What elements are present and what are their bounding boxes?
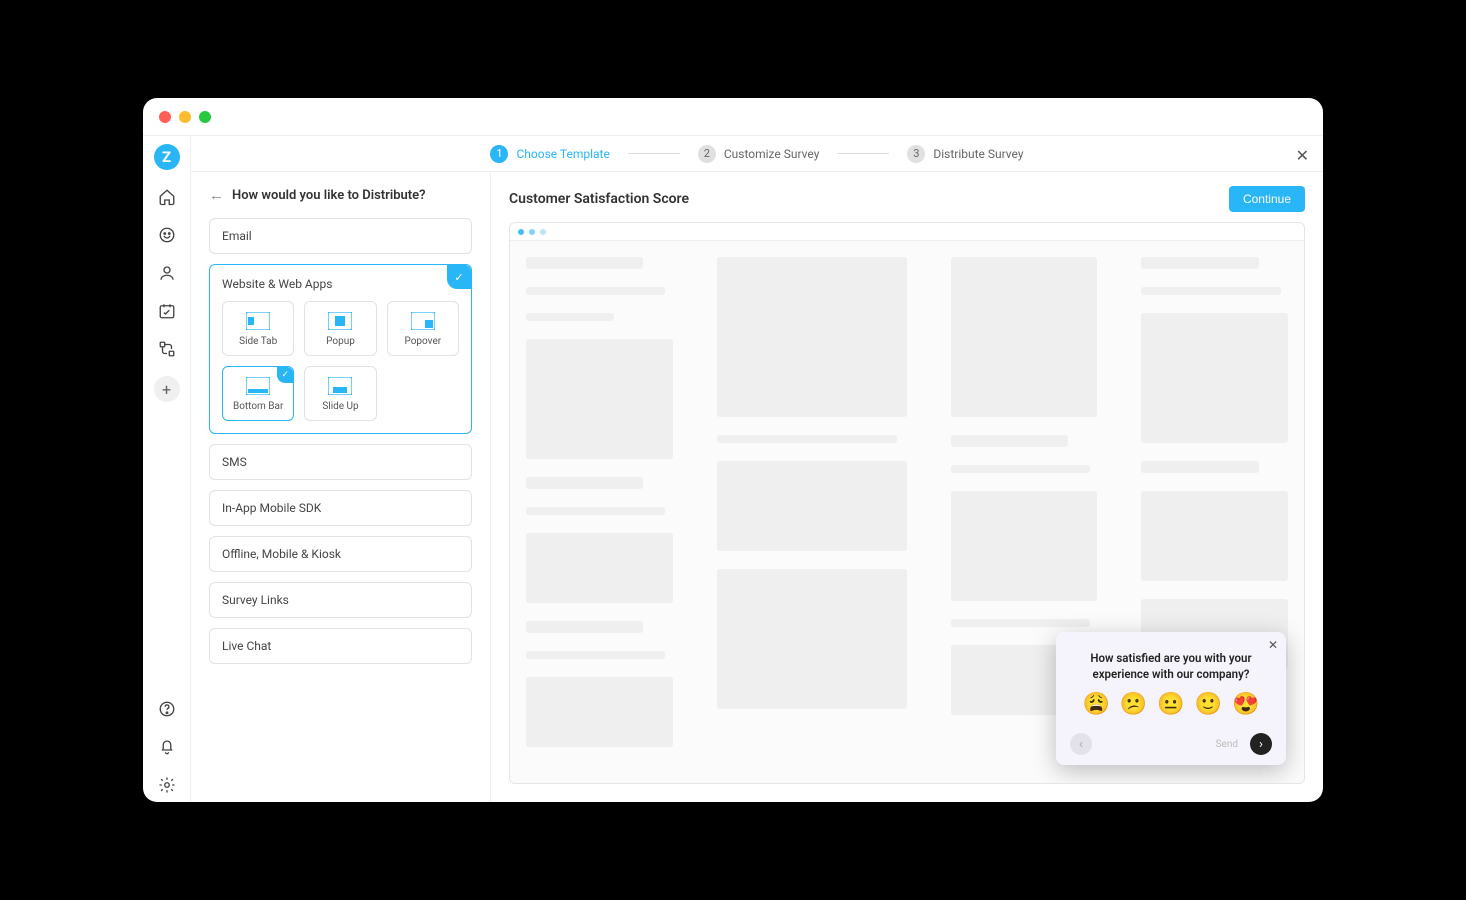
widget-question: How satisfied are you with your experien… — [1074, 650, 1268, 682]
close-icon[interactable]: ✕ — [1296, 146, 1309, 165]
calendar-check-icon[interactable] — [149, 294, 185, 328]
left-iconbar: Z + — [143, 136, 191, 802]
emoji-option-1[interactable]: 😩 — [1082, 692, 1109, 717]
step-distribute-survey[interactable]: 3 Distribute Survey — [907, 145, 1023, 163]
step-label: Distribute Survey — [933, 147, 1023, 161]
window-titlebar — [143, 98, 1323, 136]
channel-website[interactable]: ✓ Website & Web Apps Side Tab Popup — [209, 264, 472, 434]
window-close-dot[interactable] — [159, 111, 171, 123]
step-choose-template[interactable]: 1 Choose Template — [490, 145, 609, 163]
window-min-dot[interactable] — [179, 111, 191, 123]
brand-logo[interactable]: Z — [154, 144, 180, 170]
emoji-option-3[interactable]: 😐 — [1157, 692, 1184, 717]
step-label: Customize Survey — [724, 147, 820, 161]
selected-check-icon: ✓ — [447, 265, 471, 289]
widget-next-icon[interactable]: › — [1250, 733, 1272, 755]
option-label: Side Tab — [239, 336, 277, 347]
emoji-option-2[interactable]: 😕 — [1120, 692, 1147, 717]
option-label: Slide Up — [322, 401, 358, 412]
add-icon[interactable]: + — [154, 376, 180, 402]
survey-icon[interactable] — [149, 218, 185, 252]
channel-offline[interactable]: Offline, Mobile & Kiosk — [209, 536, 472, 572]
contacts-icon[interactable] — [149, 256, 185, 290]
channel-sdk[interactable]: In-App Mobile SDK — [209, 490, 472, 526]
window-max-dot[interactable] — [199, 111, 211, 123]
widget-send-label: Send — [1210, 737, 1244, 752]
option-bottom-bar[interactable]: ✓ Bottom Bar — [222, 366, 294, 421]
stepper-bar: 1 Choose Template 2 Customize Survey 3 D… — [191, 136, 1323, 172]
app-window: Z + 1 Choose Template 2 — [143, 98, 1323, 802]
option-label: Popup — [326, 336, 355, 347]
option-slide-up[interactable]: Slide Up — [304, 366, 376, 421]
workflow-icon[interactable] — [149, 332, 185, 366]
preview-frame: ✕ How satisfied are you with your experi… — [509, 222, 1305, 784]
option-popup[interactable]: Popup — [304, 301, 376, 356]
distribute-panel: ← How would you like to Distribute? Emai… — [191, 172, 491, 802]
widget-prev-icon: ‹ — [1070, 733, 1092, 755]
option-popover[interactable]: Popover — [387, 301, 459, 356]
step-divider — [837, 153, 889, 154]
channel-chat[interactable]: Live Chat — [209, 628, 472, 664]
step-number: 3 — [907, 145, 925, 163]
preview-browser-bar — [510, 223, 1304, 241]
step-divider — [628, 153, 680, 154]
widget-emoji-row: 😩 😕 😐 🙂 😍 — [1070, 692, 1272, 717]
survey-widget: ✕ How satisfied are you with your experi… — [1056, 632, 1286, 765]
step-label: Choose Template — [516, 147, 609, 161]
help-icon[interactable] — [149, 692, 185, 726]
continue-button[interactable]: Continue — [1229, 186, 1305, 212]
step-customize-survey[interactable]: 2 Customize Survey — [698, 145, 820, 163]
panel-title: How would you like to Distribute? — [232, 188, 426, 203]
option-side-tab[interactable]: Side Tab — [222, 301, 294, 356]
back-arrow-icon[interactable]: ← — [209, 186, 224, 204]
channel-links[interactable]: Survey Links — [209, 582, 472, 618]
channel-website-label: Website & Web Apps — [222, 277, 459, 291]
gear-icon[interactable] — [149, 768, 185, 802]
home-icon[interactable] — [149, 180, 185, 214]
preview-panel: Customer Satisfaction Score Continue — [491, 172, 1323, 802]
channel-sms[interactable]: SMS — [209, 444, 472, 480]
channel-email[interactable]: Email — [209, 218, 472, 254]
step-number: 1 — [490, 145, 508, 163]
emoji-option-4[interactable]: 🙂 — [1195, 692, 1222, 717]
selected-check-icon: ✓ — [277, 367, 293, 383]
bell-icon[interactable] — [149, 730, 185, 764]
preview-title: Customer Satisfaction Score — [509, 191, 689, 207]
emoji-option-5[interactable]: 😍 — [1232, 692, 1259, 717]
widget-close-icon[interactable]: ✕ — [1268, 638, 1278, 652]
step-number: 2 — [698, 145, 716, 163]
option-label: Bottom Bar — [233, 401, 283, 412]
option-label: Popover — [404, 336, 441, 347]
